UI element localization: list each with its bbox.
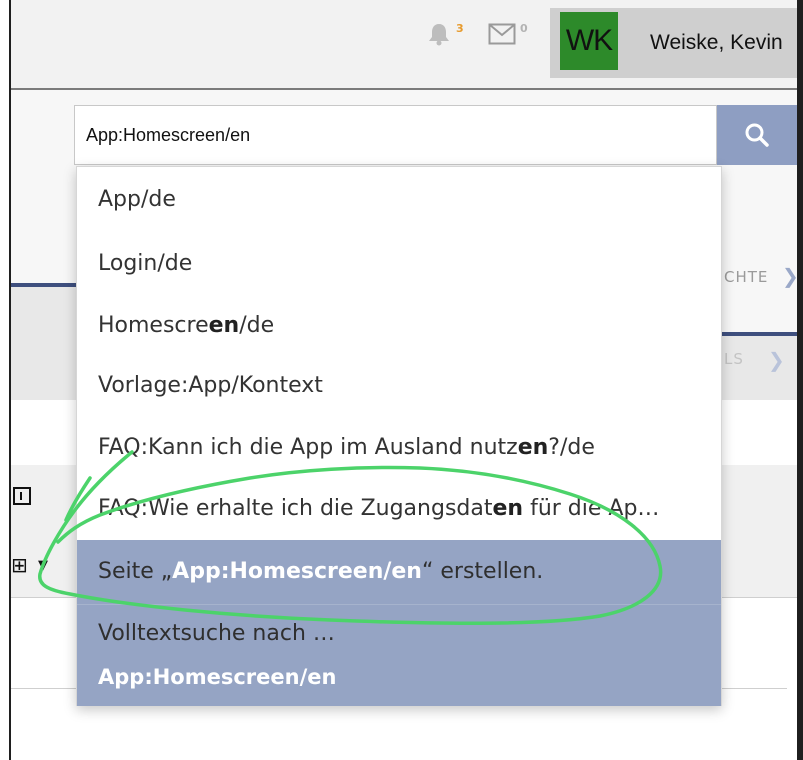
- search-suggestions: App/de Login/de Homescreen/de Vorlage:Ap…: [76, 166, 722, 706]
- subnav-band-left: [11, 287, 76, 400]
- bell-icon: [429, 24, 449, 46]
- notifications-button[interactable]: 3: [426, 20, 464, 48]
- avatar: WK: [560, 12, 618, 70]
- subnav-band-right: [722, 336, 797, 400]
- envelope-icon: [488, 23, 516, 45]
- nav-item-fragment-2[interactable]: LS: [724, 350, 744, 368]
- create-page-option[interactable]: Seite „App:Homescreen/en“ erstellen.: [77, 540, 721, 604]
- fulltext-term: App:Homescreen/en: [98, 665, 337, 689]
- window-edge-left: [9, 0, 11, 760]
- messages-button[interactable]: 0: [488, 20, 528, 48]
- search-button[interactable]: [717, 105, 797, 165]
- caret-down-icon[interactable]: ▼: [38, 558, 48, 573]
- user-name: Weiske, Kevin: [650, 31, 783, 54]
- nav-underline-right: [722, 332, 797, 336]
- suggestion-item[interactable]: Homescreen/de: [77, 313, 721, 338]
- search-input[interactable]: [75, 106, 716, 164]
- window-edge-right: [797, 0, 803, 760]
- suggestion-item[interactable]: Login/de: [77, 251, 721, 276]
- search-field[interactable]: [74, 105, 717, 165]
- suggestion-item[interactable]: FAQ:Kann ich die App im Ausland nutzen?/…: [77, 435, 721, 460]
- suggestion-item[interactable]: FAQ:Wie erhalte ich die Zugangsdaten für…: [77, 496, 721, 521]
- fulltext-label: Volltextsuche nach …: [98, 621, 335, 646]
- table-header-right: [722, 465, 797, 598]
- nav-underline-left: [11, 283, 76, 287]
- notifications-count: 3: [456, 21, 464, 35]
- table-header-left: [11, 465, 76, 598]
- grid-icon[interactable]: ⊞: [11, 553, 28, 577]
- suggestion-item[interactable]: App/de: [77, 187, 721, 212]
- chevron-down-icon-2[interactable]: ❯: [768, 348, 785, 372]
- search-icon: [745, 123, 769, 147]
- nav-item-fragment[interactable]: CHTE: [724, 268, 768, 286]
- fulltext-search-option[interactable]: Volltextsuche nach … App:Homescreen/en: [77, 604, 721, 706]
- suggestion-item[interactable]: Vorlage:App/Kontext: [77, 373, 721, 398]
- messages-count: 0: [520, 21, 528, 35]
- column-icon[interactable]: [13, 487, 31, 505]
- user-menu[interactable]: WK Weiske, Kevin: [550, 8, 797, 78]
